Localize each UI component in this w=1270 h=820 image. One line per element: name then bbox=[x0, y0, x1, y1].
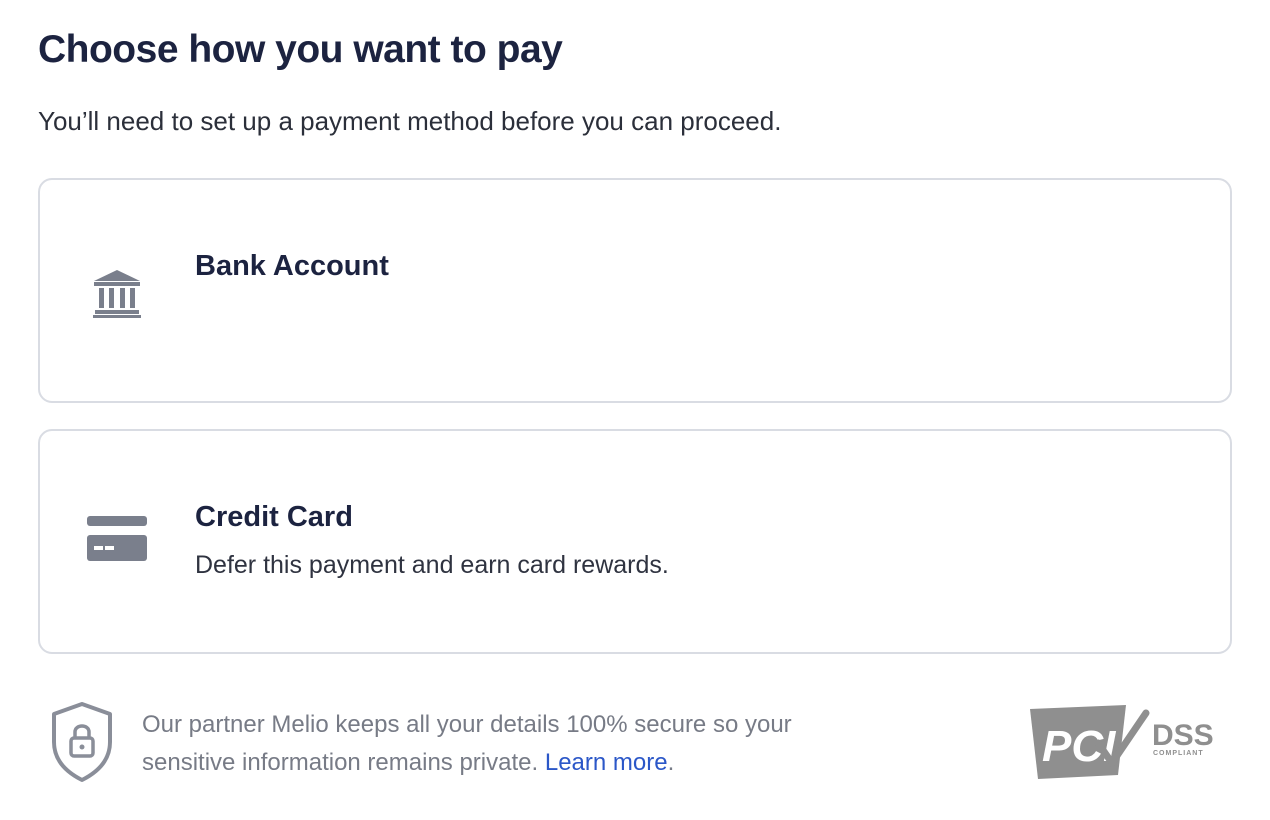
compliant-text: COMPLIANT bbox=[1153, 750, 1204, 757]
credit-card-label: Credit Card bbox=[195, 501, 353, 533]
security-period: . bbox=[667, 749, 675, 776]
page-subtitle: You’ll need to set up a payment method b… bbox=[38, 106, 782, 136]
credit-card-icon bbox=[86, 509, 148, 571]
bank-account-label: Bank Account bbox=[195, 250, 389, 282]
pci-text: PCI bbox=[1042, 722, 1116, 771]
shield-lock-icon bbox=[48, 700, 116, 784]
pci-dss-badge: PCI DSS COMPLIANT bbox=[1028, 703, 1223, 783]
security-text: Our partner Melio keeps all your details… bbox=[142, 711, 792, 776]
learn-more-link[interactable]: Learn more bbox=[545, 749, 668, 776]
security-notice: Our partner Melio keeps all your details… bbox=[142, 706, 862, 782]
bank-account-option[interactable]: Bank Account bbox=[38, 178, 1232, 403]
bank-icon bbox=[86, 262, 148, 324]
credit-card-description: Defer this payment and earn card rewards… bbox=[195, 551, 669, 579]
credit-card-option[interactable]: Credit Card Defer this payment and earn … bbox=[38, 429, 1232, 654]
page-title: Choose how you want to pay bbox=[38, 28, 563, 71]
payment-method-page: Choose how you want to pay You’ll need t… bbox=[0, 0, 1270, 820]
dss-text: DSS bbox=[1152, 719, 1214, 752]
